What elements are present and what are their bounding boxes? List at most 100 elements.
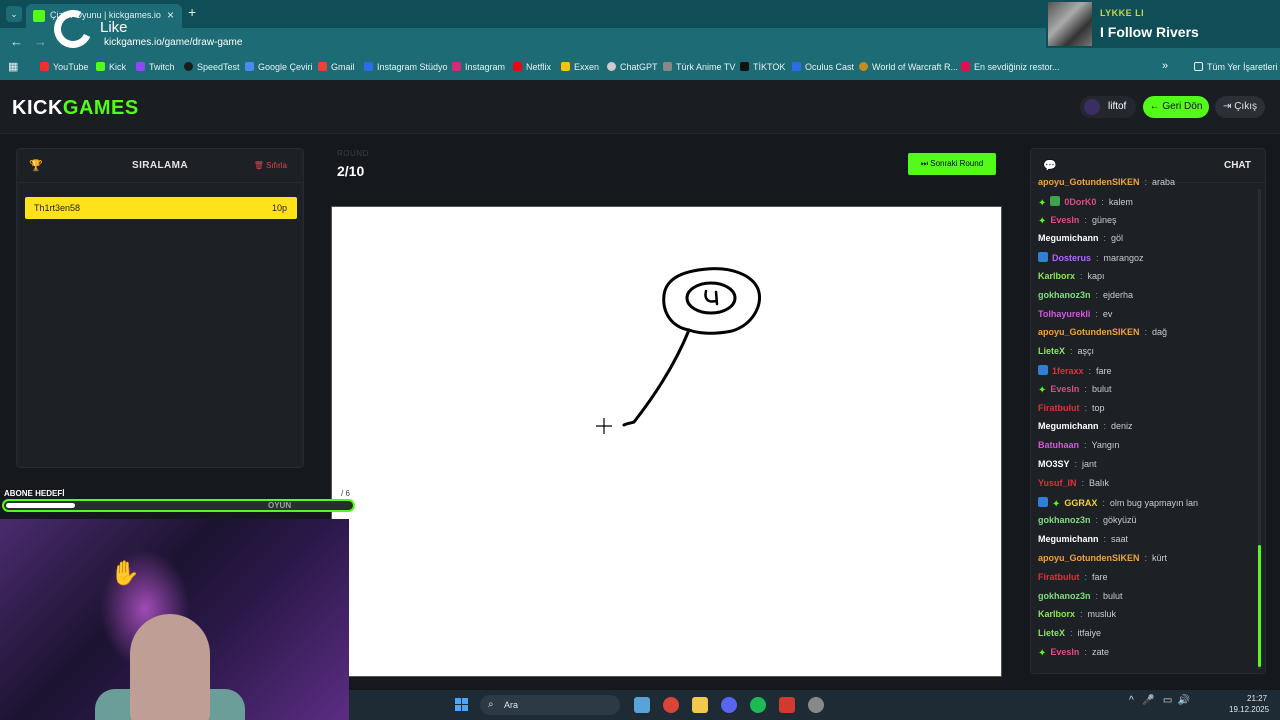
chatgpt-icon: [607, 62, 616, 71]
reset-button[interactable]: 🗑 Sıfırla: [254, 161, 287, 170]
bookmark-wow[interactable]: World of Warcraft R...: [859, 62, 958, 72]
back-button[interactable]: ← Geri Dön: [1143, 96, 1209, 118]
chat-username[interactable]: LieteX: [1038, 346, 1065, 356]
user-chip[interactable]: liftof: [1080, 96, 1137, 118]
chat-separator: :: [1103, 421, 1107, 432]
bookmark-label: Instagram: [465, 62, 506, 72]
exxen-icon: [561, 62, 570, 71]
chat-username[interactable]: LieteX: [1038, 628, 1065, 638]
chat-username[interactable]: Karlborx: [1038, 271, 1075, 281]
bookmark-turk-anime[interactable]: Türk Anime TV: [663, 62, 735, 72]
drawing-canvas[interactable]: [331, 206, 1002, 677]
anime-icon: [663, 62, 672, 71]
chat-text: aşçı: [1077, 346, 1095, 357]
windows-start-icon[interactable]: [455, 698, 469, 712]
chat-username[interactable]: 1feraxx: [1052, 366, 1084, 376]
chat-message: 1feraxx: fare: [1038, 365, 1112, 376]
bookmark-gmail[interactable]: Gmail: [318, 62, 355, 72]
chat-text: top: [1092, 402, 1105, 413]
kickgames-logo[interactable]: KICKGAMES: [12, 97, 139, 120]
bookmark-tiktok[interactable]: TİKTOK: [740, 62, 785, 72]
discord-app-icon[interactable]: [721, 697, 737, 713]
system-tray-icons[interactable]: ^ 🎤 ▭ 🔊: [1129, 695, 1190, 706]
voicemeeter-app-icon[interactable]: [779, 697, 795, 713]
bookmark-speedtest[interactable]: SpeedTest: [184, 62, 240, 72]
chrome-app-icon[interactable]: [663, 697, 679, 713]
subscriber-badge-icon: [1050, 195, 1061, 206]
windows-taskbar: ⌕ Ara ^ 🎤 ▭ 🔊 21:27 19.12.2025: [349, 690, 1280, 720]
apps-grid-icon[interactable]: ▦: [8, 60, 18, 73]
bookmark-netflix[interactable]: Netflix: [513, 62, 551, 72]
chat-username[interactable]: Megumichann: [1038, 421, 1099, 431]
chat-username[interactable]: Megumichann: [1038, 534, 1099, 544]
chat-username[interactable]: apoyu_GotundenSIKEN: [1038, 327, 1140, 337]
chat-username[interactable]: Evesln: [1050, 215, 1079, 225]
chat-username[interactable]: Firatbulut: [1038, 403, 1080, 413]
chat-username[interactable]: gokhanoz3n: [1038, 515, 1091, 525]
bookmark-label: Kick: [109, 62, 127, 72]
chat-separator: :: [1095, 590, 1099, 601]
chat-separator: :: [1144, 327, 1148, 338]
bookmark-label: SpeedTest: [197, 62, 240, 72]
folder-icon: [1194, 62, 1203, 71]
spotify-app-icon[interactable]: [750, 697, 766, 713]
chat-text: kapı: [1087, 271, 1105, 281]
chat-username[interactable]: Evesln: [1050, 647, 1079, 657]
bookmark-exxen[interactable]: Exxen: [561, 62, 599, 72]
youtube-icon: [40, 62, 49, 71]
chat-message-list[interactable]: apoyu_GotundenSIKEN: araba ✦ 0DorK0: kalem ✦ E…: [1031, 177, 1257, 673]
close-tab-icon[interactable]: ×: [167, 8, 174, 22]
bookmark-restaurant[interactable]: En sevdiğiniz restor...: [961, 62, 1060, 72]
logo-games-text: GAMES: [62, 97, 139, 119]
bookmark-twitch[interactable]: Twitch: [136, 62, 175, 72]
more-bookmarks-icon[interactable]: »: [1162, 60, 1168, 72]
bookmark-kick[interactable]: Kick: [96, 62, 126, 72]
player-name: Th1rt3en58: [34, 203, 81, 213]
chat-username[interactable]: Batuhaan: [1038, 440, 1079, 450]
chat-text: araba: [1152, 177, 1176, 187]
chat-message: MO3SY: jant: [1038, 459, 1097, 469]
chat-username[interactable]: 0DorK0: [1064, 197, 1096, 207]
drawing-strokes: [596, 267, 761, 434]
chat-username[interactable]: Megumichann: [1038, 233, 1099, 243]
chat-username[interactable]: Tolhayurekli: [1038, 309, 1090, 319]
chat-message: Tolhayurekli: ev: [1038, 309, 1112, 319]
chat-username[interactable]: Firatbulut: [1038, 572, 1080, 582]
url-field[interactable]: kickgames.io/game/draw-game: [104, 37, 242, 48]
bookmark-instagram[interactable]: Instagram: [452, 62, 505, 72]
chat-text: kürt: [1152, 553, 1168, 563]
chat-username[interactable]: GGRAX: [1064, 498, 1097, 508]
file-explorer-icon[interactable]: [692, 697, 708, 713]
chat-message: ✦ Evesln: bulut: [1038, 384, 1111, 396]
logout-button[interactable]: ⇥ Çıkış: [1215, 96, 1265, 118]
username: liftof: [1108, 101, 1127, 112]
chat-username[interactable]: Dosterus: [1052, 253, 1091, 263]
bookmark-oculus-cast[interactable]: Oculus Cast: [792, 62, 854, 72]
forward-arrow-icon[interactable]: →: [34, 34, 47, 49]
bookmark-youtube[interactable]: YouTube: [40, 62, 88, 72]
chat-scrollbar-thumb[interactable]: [1258, 545, 1261, 667]
chat-username[interactable]: apoyu_GotundenSIKEN: [1038, 177, 1140, 187]
chat-username[interactable]: apoyu_GotundenSIKEN: [1038, 553, 1140, 563]
chat-username[interactable]: MO3SY: [1038, 459, 1070, 469]
taskbar-search[interactable]: ⌕ Ara: [480, 695, 620, 715]
chat-username[interactable]: Evesln: [1050, 384, 1079, 394]
chat-username[interactable]: Yusuf_IN: [1038, 478, 1077, 488]
chat-title: CHAT: [1223, 160, 1251, 171]
chat-username[interactable]: Karlborx: [1038, 609, 1075, 619]
chat-username[interactable]: gokhanoz3n: [1038, 591, 1091, 601]
chat-username[interactable]: gokhanoz3n: [1038, 290, 1091, 300]
obs-app-icon[interactable]: [808, 697, 824, 713]
back-arrow-icon[interactable]: ←: [10, 34, 23, 49]
widgets-app-icon[interactable]: [634, 697, 650, 713]
bookmark-chatgpt[interactable]: ChatGPT: [607, 62, 658, 72]
next-round-button[interactable]: ⏭ Sonraki Round: [908, 153, 996, 175]
tiktok-icon: [740, 62, 749, 71]
bookmark-label: Netflix: [526, 62, 552, 72]
bookmark-google-translate[interactable]: Google Çeviri: [245, 62, 313, 72]
new-tab-button[interactable]: +: [188, 4, 196, 20]
bookmark-instagram-studio[interactable]: Instagram Stüdyo: [364, 62, 448, 72]
all-bookmarks[interactable]: Tüm Yer İşaretleri: [1194, 62, 1278, 72]
tab-search-button[interactable]: ⌄: [6, 6, 22, 22]
leaderboard-panel: 🏆 SIRALAMA 🗑 Sıfırla Th1rt3en58 10p: [16, 148, 304, 468]
